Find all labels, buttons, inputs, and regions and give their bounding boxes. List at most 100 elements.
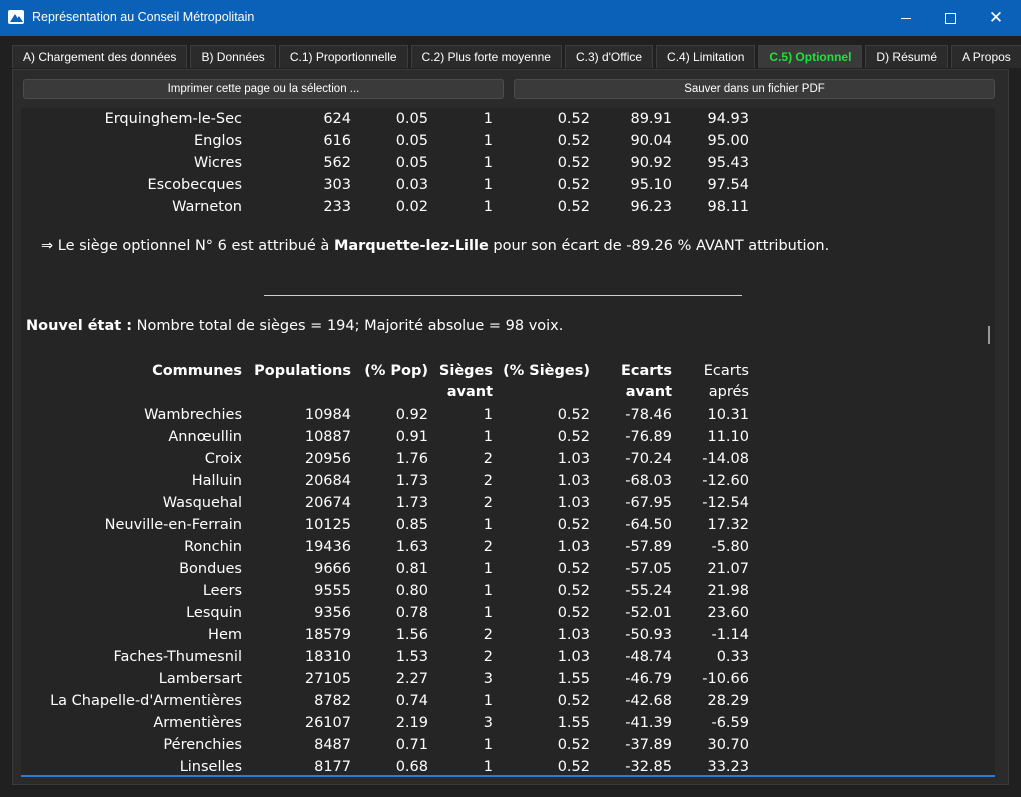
table-row: Englos 616 0.05 1 0.52 90.04 95.00	[21, 133, 995, 155]
cell-ecart-apres: -14.08	[702, 451, 749, 467]
table-row: Erquinghem-le-Sec 624 0.05 1 0.52 89.91 …	[21, 111, 995, 133]
cell-pct-pop: 1.76	[395, 451, 428, 467]
cell-pct-sieges: 0.52	[557, 737, 590, 753]
cell-ecart-apres: 17.32	[707, 517, 749, 533]
tab-limitation[interactable]: C.4) Limitation	[656, 45, 756, 68]
table-row: La Chapelle-d'Armentières 8782 0.74 1 0.52 -4…	[21, 693, 995, 715]
cell-sieges: 1	[483, 759, 493, 775]
table-row: Halluin 20684 1.73 2 1.03 -68.03 -12.60	[21, 473, 995, 495]
cell-sieges: 2	[483, 649, 493, 665]
cell-pct-pop: 0.05	[395, 155, 428, 171]
message-suffix: pour son écart de -89.26 % AVANT attribu…	[493, 238, 830, 254]
separator-line	[264, 295, 742, 296]
header-ecarts-avant: Ecarts	[621, 363, 672, 379]
cell-pct-sieges: 0.52	[557, 133, 590, 149]
header-ecarts-apres-sub: aprés	[708, 384, 749, 400]
cell-ecart-avant: -52.01	[625, 605, 672, 621]
report-view[interactable]: Erquinghem-le-Sec 624 0.05 1 0.52 89.91 …	[21, 108, 995, 775]
table-row: Bondues 9666 0.81 1 0.52 -57.05 21.07	[21, 561, 995, 583]
cell-ecart-apres: 33.23	[707, 759, 749, 775]
cell-ecart-avant: -42.68	[625, 693, 672, 709]
scrollbar-thumb[interactable]	[988, 326, 990, 344]
cell-ecart-avant: 96.23	[630, 199, 672, 215]
cell-pct-pop: 1.56	[395, 627, 428, 643]
cell-population: 10984	[304, 407, 351, 423]
cell-population: 303	[323, 177, 351, 193]
minimize-button[interactable]	[883, 0, 929, 36]
cell-population: 27105	[304, 671, 351, 687]
header-ecarts-apres: Ecarts	[703, 363, 749, 379]
cell-commune: Linselles	[179, 759, 242, 775]
tab-donnees[interactable]: B) Données	[190, 45, 276, 68]
cell-sieges: 1	[483, 133, 493, 149]
cell-ecart-apres: 94.93	[707, 111, 749, 127]
cell-pct-pop: 0.03	[395, 177, 428, 193]
cell-sieges: 1	[483, 583, 493, 599]
cell-population: 562	[323, 155, 351, 171]
cell-ecart-avant: -70.24	[625, 451, 672, 467]
cell-population: 624	[323, 111, 351, 127]
cell-population: 10125	[304, 517, 351, 533]
print-button[interactable]: Imprimer cette page ou la sélection ...	[23, 79, 504, 99]
cell-population: 18579	[304, 627, 351, 643]
cell-pct-pop: 0.68	[395, 759, 428, 775]
tab-resume[interactable]: D) Résumé	[865, 45, 949, 68]
tab-d-office[interactable]: C.3) d'Office	[564, 45, 654, 68]
header-sieges-sub: avant	[446, 384, 493, 400]
cell-ecart-avant: -68.03	[625, 473, 672, 489]
cell-population: 9666	[314, 561, 351, 577]
app-icon	[8, 10, 24, 24]
cell-commune: La Chapelle-d'Armentières	[50, 693, 242, 709]
cell-ecart-avant: 89.91	[630, 111, 672, 127]
cell-ecart-avant: 90.04	[630, 133, 672, 149]
cell-commune: Ronchin	[184, 539, 242, 555]
header-sieges: Sièges	[438, 363, 493, 379]
cell-sieges: 1	[483, 177, 493, 193]
cell-sieges: 1	[483, 407, 493, 423]
focus-underline	[21, 775, 995, 777]
cell-commune: Hem	[208, 627, 242, 643]
cell-pct-pop: 0.91	[395, 429, 428, 445]
cell-population: 19436	[304, 539, 351, 555]
cell-population: 20956	[304, 451, 351, 467]
table-row: Leers 9555 0.80 1 0.52 -55.24 21.98	[21, 583, 995, 605]
cell-commune: Annœullin	[168, 429, 242, 445]
cell-pct-sieges: 0.52	[557, 583, 590, 599]
cell-ecart-apres: 23.60	[707, 605, 749, 621]
table-row: Lambersart 27105 2.27 3 1.55 -46.79 -10.66	[21, 671, 995, 693]
cell-commune: Wasquehal	[162, 495, 242, 511]
table-row: Wasquehal 20674 1.73 2 1.03 -67.95 -12.54	[21, 495, 995, 517]
table-row: Warneton 233 0.02 1 0.52 96.23 98.11	[21, 199, 995, 221]
tab-proportionnelle[interactable]: C.1) Proportionnelle	[278, 45, 408, 68]
cell-ecart-avant: -50.93	[625, 627, 672, 643]
tab-chargement[interactable]: A) Chargement des données	[12, 45, 188, 68]
table-row: Faches-Thumesnil 18310 1.53 2 1.03 -48.74 0.33	[21, 649, 995, 671]
cell-sieges: 1	[483, 155, 493, 171]
save-pdf-button[interactable]: Sauver dans un fichier PDF	[514, 79, 995, 99]
cell-pct-pop: 0.05	[395, 111, 428, 127]
maximize-button[interactable]	[927, 0, 973, 36]
close-button[interactable]: ✕	[973, 0, 1019, 36]
tab-a-propos[interactable]: A Propos	[951, 45, 1021, 68]
cell-ecart-apres: 30.70	[707, 737, 749, 753]
cell-sieges: 1	[483, 561, 493, 577]
message-prefix: Le siège optionnel N° 6 est attribué à	[57, 238, 330, 254]
cell-pct-sieges: 1.03	[557, 539, 590, 555]
cell-pct-pop: 1.53	[395, 649, 428, 665]
tab-plus-forte-moyenne[interactable]: C.2) Plus forte moyenne	[410, 45, 562, 68]
cell-population: 8177	[314, 759, 351, 775]
cell-commune: Leers	[202, 583, 242, 599]
cell-ecart-apres: -6.59	[711, 715, 749, 731]
tab-optionnel[interactable]: C.5) Optionnel	[758, 45, 863, 68]
cell-pct-pop: 0.80	[395, 583, 428, 599]
cell-pct-pop: 1.73	[395, 495, 428, 511]
title-bar: Représentation au Conseil Métropolitain …	[0, 0, 1021, 36]
cell-pct-sieges: 0.52	[557, 693, 590, 709]
window-title: Représentation au Conseil Métropolitain	[32, 10, 255, 24]
cell-ecart-apres: -12.60	[702, 473, 749, 489]
cell-population: 26107	[304, 715, 351, 731]
cell-sieges: 2	[483, 627, 493, 643]
table-row: Pérenchies 8487 0.71 1 0.52 -37.89 30.70	[21, 737, 995, 759]
cell-pct-sieges: 1.55	[557, 715, 590, 731]
cell-ecart-avant: -32.85	[625, 759, 672, 775]
